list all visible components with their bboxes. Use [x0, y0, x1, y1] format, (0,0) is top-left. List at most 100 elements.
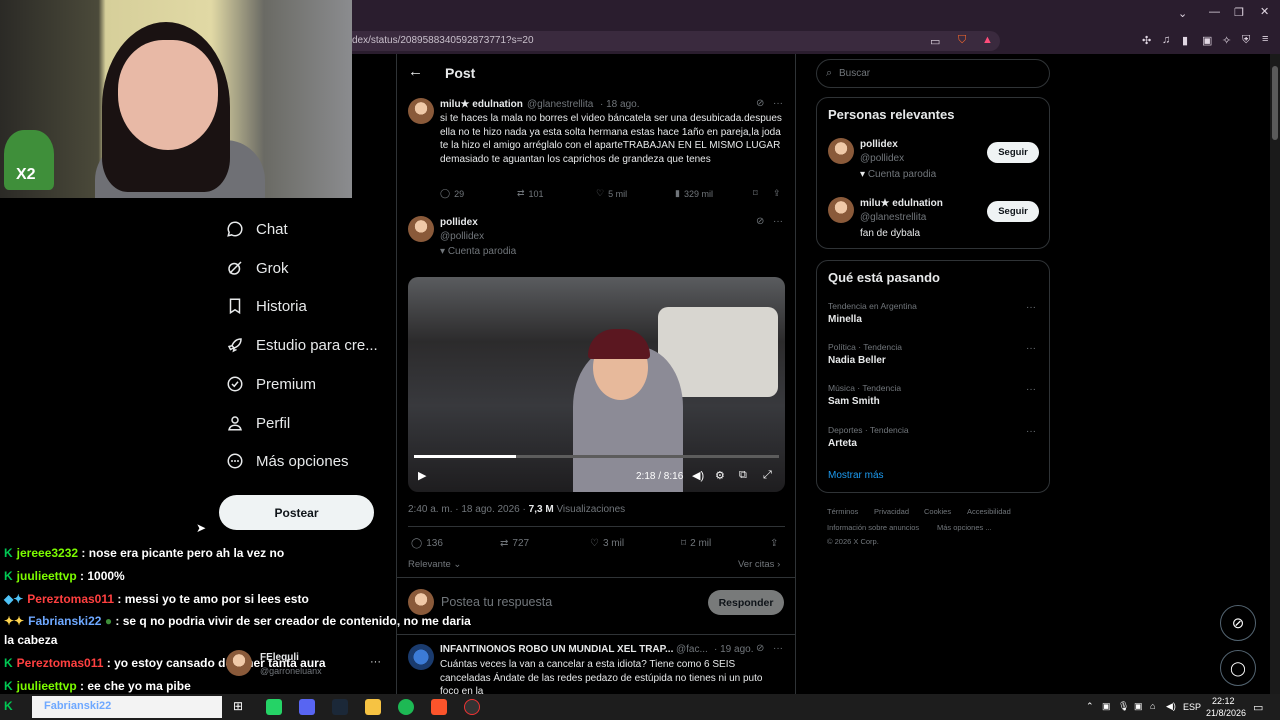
scrollbar-thumb[interactable] [1272, 66, 1278, 140]
footer-link[interactable]: Accesibilidad [967, 507, 1011, 516]
restore-icon[interactable]: ❐ [1234, 6, 1244, 19]
my-avatar[interactable] [408, 589, 434, 615]
trend-name[interactable]: Minella [828, 314, 862, 325]
brave-icon[interactable] [431, 699, 447, 715]
footer-link[interactable]: Privacidad [874, 507, 909, 516]
more-icon[interactable]: ··· [1026, 384, 1036, 395]
post-timestamp[interactable]: 2:40 a. m. · 18 ago. 2026 · [408, 504, 526, 515]
view-count[interactable]: ▮ 329 mil [675, 188, 713, 199]
bookmark-icon[interactable]: ⌑ [753, 188, 758, 199]
quotes-link[interactable]: Ver citas › [738, 559, 780, 570]
sidebar-icon[interactable]: ▮ [1182, 34, 1188, 47]
reply-author-name[interactable]: milu★ edulnation [440, 99, 523, 110]
footer-link[interactable]: Cookies [924, 507, 951, 516]
tray-chevron-icon[interactable]: ⌃ [1086, 701, 1094, 712]
pip-icon[interactable]: ⧉ [739, 469, 747, 482]
task-view-icon[interactable]: ⊞ [233, 699, 243, 713]
trend-name[interactable]: Nadia Beller [828, 355, 886, 366]
messages-fab[interactable]: ◯ [1220, 650, 1256, 686]
reply-author-handle[interactable]: @glanestrellita [527, 99, 593, 110]
address-text[interactable]: dex/status/2089588340592873771?s=20 [352, 35, 534, 46]
video-player[interactable]: ▶ 2:18 / 8:16 ◀) ⚙ ⧉ ⤢ [408, 277, 785, 492]
back-arrow-icon[interactable]: ← [408, 63, 423, 80]
more-icon[interactable]: ··· [773, 98, 783, 109]
like-count[interactable]: ♡ 5 mil [596, 188, 627, 199]
nav-perfil[interactable]: Perfil [226, 408, 290, 438]
brave-shield-icon[interactable]: ⛉ [958, 34, 966, 47]
trend-name[interactable]: Arteta [828, 438, 857, 449]
footer-link[interactable]: Información sobre anuncios [827, 523, 919, 532]
scrollbar[interactable] [1270, 54, 1280, 694]
clock-date[interactable]: 21/8/2026 [1206, 708, 1246, 718]
footer-link[interactable]: Términos [827, 507, 858, 516]
minimize-icon[interactable]: — [1209, 6, 1220, 18]
search-input[interactable]: Buscar [839, 68, 870, 79]
more-icon[interactable]: ··· [1026, 426, 1036, 437]
main-author-handle[interactable]: @pollidex [440, 231, 484, 242]
more-icon[interactable]: ··· [773, 216, 783, 227]
microphone-icon[interactable]: 🎙 [1118, 701, 1129, 712]
close-icon[interactable]: ✕ [1260, 5, 1269, 18]
play-icon[interactable]: ▶ [418, 469, 426, 482]
nav-more[interactable]: Más opciones [226, 446, 349, 476]
leo-icon[interactable]: ✧ [1222, 34, 1231, 47]
spotify-icon[interactable] [398, 699, 414, 715]
person-avatar[interactable] [828, 138, 854, 164]
person-name[interactable]: milu★ edulnation [860, 198, 943, 209]
bookmark-count[interactable]: ⌑ 2 mil [681, 538, 711, 549]
reply-input[interactable]: Postea tu respuesta [441, 595, 552, 609]
language-indicator[interactable]: ESP [1183, 702, 1201, 712]
sort-dropdown[interactable]: Relevante ⌄ [408, 559, 461, 570]
reply-count[interactable]: ◯ 29 [440, 188, 464, 199]
nav-grok[interactable]: Grok [226, 253, 289, 283]
obs-icon[interactable] [464, 699, 480, 715]
reply-date[interactable]: · 18 ago. [600, 99, 639, 110]
trend-name[interactable]: Sam Smith [828, 396, 880, 407]
person-name[interactable]: pollidex [860, 139, 898, 150]
settings-icon[interactable]: ⚙ [715, 469, 725, 482]
reply-button[interactable]: Responder [708, 590, 784, 615]
follow-button[interactable]: Seguir [987, 201, 1039, 222]
reply-count[interactable]: ◯ 136 [411, 538, 443, 549]
grok-fab[interactable]: ⊘ [1220, 605, 1256, 641]
next-date[interactable]: · 19 ago. [714, 644, 753, 655]
discord-icon[interactable] [299, 699, 315, 715]
steam-icon[interactable] [332, 699, 348, 715]
show-more-link[interactable]: Mostrar más [828, 470, 884, 481]
wallet-icon[interactable]: ▣ [1202, 34, 1212, 47]
nav-chat[interactable]: Chat [226, 214, 288, 244]
more-icon[interactable]: ··· [1026, 343, 1036, 354]
volume-icon[interactable]: ◀) [692, 469, 704, 482]
music-icon[interactable]: ♫ [1162, 34, 1170, 46]
chevron-down-icon[interactable]: ⌄ [1178, 7, 1187, 20]
post-button[interactable]: Postear [219, 495, 374, 530]
next-author-name[interactable]: INFANTINONOS ROBO UN MUNDIAL XEL TRAP... [440, 644, 673, 655]
footer-link[interactable]: Más opciones ... [937, 523, 992, 532]
share-icon[interactable]: ⇪ [773, 188, 781, 199]
next-avatar[interactable] [408, 644, 434, 670]
whatsapp-icon[interactable] [266, 699, 282, 715]
repost-count[interactable]: ⇄ 727 [500, 538, 529, 549]
share-icon[interactable]: ⇪ [770, 538, 778, 549]
fullscreen-icon[interactable]: ⤢ [763, 469, 772, 482]
main-author-name[interactable]: pollidex [440, 217, 478, 228]
next-author-handle[interactable]: @fac... [676, 644, 708, 655]
volume-icon[interactable]: ◀) [1166, 701, 1176, 712]
repost-count[interactable]: ⇄ 101 [517, 188, 544, 199]
nav-premium[interactable]: Premium [226, 369, 316, 399]
vpn-icon[interactable]: ⛨ [1242, 34, 1250, 47]
reply-avatar[interactable] [408, 98, 434, 124]
person-handle[interactable]: @pollidex [860, 153, 904, 164]
menu-icon[interactable]: ≡ [1262, 33, 1268, 45]
folder-icon[interactable] [365, 699, 381, 715]
like-count[interactable]: ♡ 3 mil [590, 538, 624, 549]
network-icon[interactable]: ⌂ [1150, 701, 1155, 711]
screen-icon[interactable]: ▭ [930, 35, 940, 48]
account-menu-icon[interactable]: ··· [370, 656, 381, 668]
extensions-icon[interactable]: ✣ [1142, 34, 1151, 47]
person-avatar[interactable] [828, 197, 854, 223]
notification-icon[interactable]: ▭ [1253, 701, 1263, 714]
grok-icon[interactable]: ⊘ [756, 643, 764, 654]
person-handle[interactable]: @glanestrellita [860, 212, 926, 223]
brave-rewards-icon[interactable]: ▲ [982, 34, 993, 46]
